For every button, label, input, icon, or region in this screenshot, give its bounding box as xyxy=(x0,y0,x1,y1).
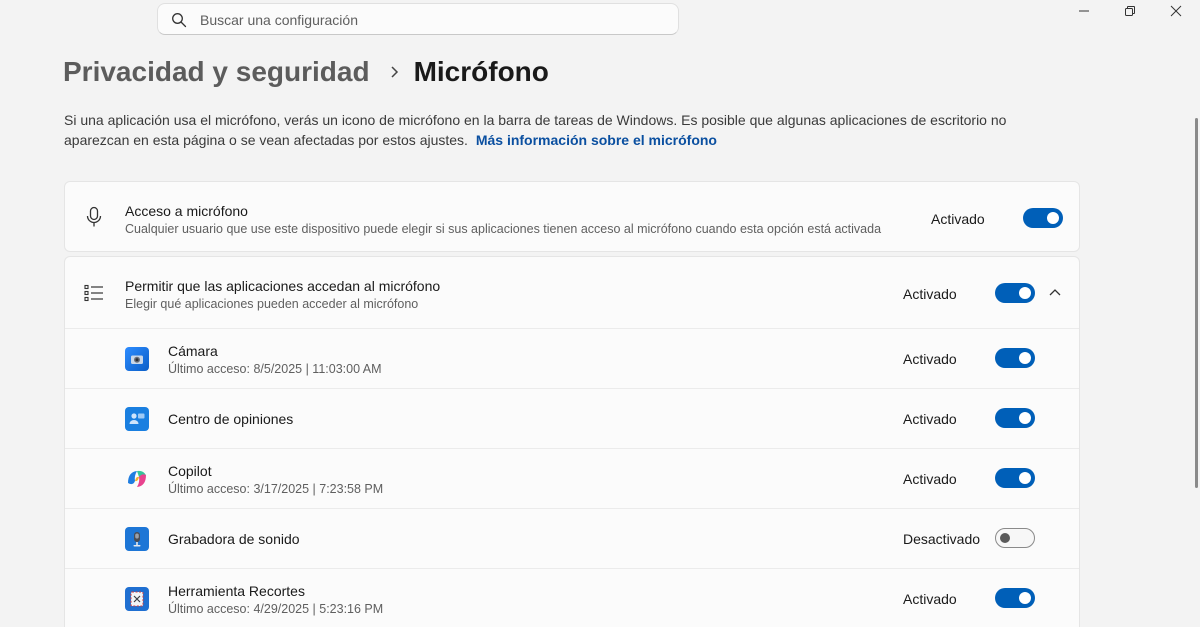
app-row-feedback-hub[interactable]: Centro de opiniones Activado xyxy=(65,388,1079,448)
app-name: Cámara xyxy=(168,343,218,359)
app-status: Activado xyxy=(903,351,957,367)
app-name: Copilot xyxy=(168,463,212,479)
app-row-copilot[interactable]: Copilot Último acceso: 3/17/2025 | 7:23:… xyxy=(65,448,1079,508)
page-description: Si una aplicación usa el micrófono, verá… xyxy=(64,110,1064,150)
search-input[interactable] xyxy=(198,4,662,36)
allow-apps-title: Permitir que las aplicaciones accedan al… xyxy=(125,278,441,294)
access-title: Acceso a micrófono xyxy=(125,203,248,219)
allow-apps-toggle[interactable] xyxy=(995,283,1035,303)
app-permissions-card: Permitir que las aplicaciones accedan al… xyxy=(64,256,1080,627)
copilot-icon xyxy=(125,467,149,491)
search-box[interactable] xyxy=(157,3,679,36)
microphone-access-card: Acceso a micrófono Cualquier usuario que… xyxy=(64,181,1080,252)
access-subtitle: Cualquier usuario que use este dispositi… xyxy=(125,222,882,236)
app-status: Desactivado xyxy=(903,531,981,547)
microphone-access-row[interactable]: Acceso a micrófono Cualquier usuario que… xyxy=(65,182,1079,251)
app-toggle-camera[interactable] xyxy=(995,348,1035,368)
access-toggle[interactable] xyxy=(1023,208,1063,228)
close-icon xyxy=(1170,5,1182,17)
more-info-link[interactable]: Más información sobre el micrófono xyxy=(476,132,717,148)
app-name: Herramienta Recortes xyxy=(168,583,305,599)
app-status: Activado xyxy=(903,411,957,427)
app-name: Centro de opiniones xyxy=(168,411,294,427)
restore-icon xyxy=(1125,6,1135,16)
chevron-up-icon[interactable] xyxy=(1049,288,1061,296)
vertical-scrollbar[interactable] xyxy=(1195,118,1198,488)
chevron-right-icon xyxy=(390,65,400,79)
app-toggle-snipping-tool[interactable] xyxy=(995,588,1035,608)
breadcrumb-parent-link[interactable]: Privacidad y seguridad xyxy=(63,56,370,88)
app-last-access: Último acceso: 8/5/2025 | 11:03:00 AM xyxy=(168,362,382,376)
app-row-snipping-tool[interactable]: Herramienta Recortes Último acceso: 4/29… xyxy=(65,568,1079,627)
search-icon xyxy=(172,13,187,28)
restore-button[interactable] xyxy=(1107,0,1153,22)
app-toggle-copilot[interactable] xyxy=(995,468,1035,488)
allow-apps-subtitle: Elegir qué aplicaciones pueden acceder a… xyxy=(125,297,419,311)
close-button[interactable] xyxy=(1153,0,1199,22)
app-row-sound-recorder[interactable]: Grabadora de sonido Desactivado xyxy=(65,508,1079,568)
snipping-tool-icon xyxy=(125,586,149,611)
app-row-camera[interactable]: Cámara Último acceso: 8/5/2025 | 11:03:0… xyxy=(65,328,1079,388)
sound-recorder-icon xyxy=(125,526,149,551)
minimize-icon xyxy=(1079,10,1089,12)
camera-app-icon xyxy=(125,346,149,371)
app-last-access: Último acceso: 4/29/2025 | 5:23:16 PM xyxy=(168,602,384,616)
minimize-button[interactable] xyxy=(1061,0,1107,22)
breadcrumb: Privacidad y seguridad Micrófono xyxy=(63,52,549,92)
allow-apps-row[interactable]: Permitir que las aplicaciones accedan al… xyxy=(65,257,1079,328)
microphone-icon xyxy=(86,206,102,226)
page-title: Micrófono xyxy=(413,56,549,87)
app-toggle-feedback-hub[interactable] xyxy=(995,408,1035,428)
app-last-access: Último acceso: 3/17/2025 | 7:23:58 PM xyxy=(168,482,384,496)
app-toggle-sound-recorder[interactable] xyxy=(995,528,1035,548)
feedback-hub-icon xyxy=(125,406,149,431)
app-name: Grabadora de sonido xyxy=(168,531,300,547)
access-status: Activado xyxy=(931,211,985,227)
list-icon xyxy=(84,284,103,301)
allow-apps-status: Activado xyxy=(903,286,957,302)
app-status: Activado xyxy=(903,471,957,487)
settings-window: Privacidad y seguridad Micrófono Si una … xyxy=(0,0,1200,627)
app-status: Activado xyxy=(903,591,957,607)
